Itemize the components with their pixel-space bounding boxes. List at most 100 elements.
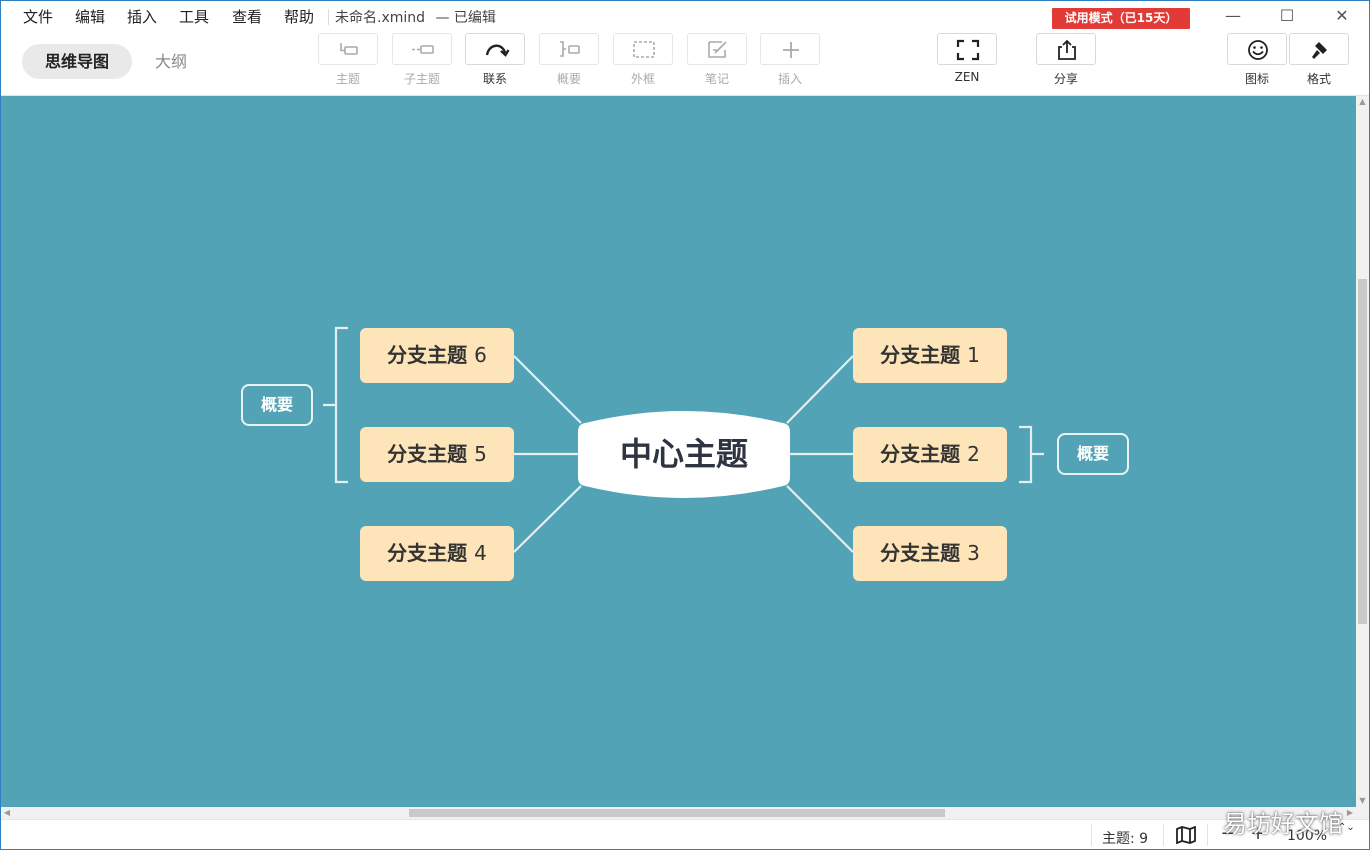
subtopic-button-label: 子主题 bbox=[403, 72, 440, 86]
summary-button-box bbox=[539, 33, 599, 65]
zen-button-box bbox=[937, 33, 997, 65]
share-icon bbox=[1058, 39, 1076, 60]
summary-button-label: 概要 bbox=[556, 72, 581, 86]
share-button-box bbox=[1036, 33, 1096, 65]
subtopic-button[interactable]: 子主题 bbox=[392, 33, 452, 89]
branch-topic-label: 分支主题 bbox=[387, 343, 468, 367]
horizontal-scrollbar[interactable]: ◀ ▶ bbox=[1, 807, 1369, 819]
note-button-label: 笔记 bbox=[704, 72, 729, 86]
branch-topic-number: 3 bbox=[967, 541, 980, 565]
branch-topic-label: 分支主题 bbox=[880, 442, 961, 466]
icon-panel-button[interactable]: 图标 bbox=[1227, 33, 1287, 89]
connector-branch-3 bbox=[786, 485, 854, 553]
boundary-icon bbox=[633, 41, 655, 58]
tab-mindmap[interactable]: 思维导图 bbox=[22, 44, 132, 79]
zen-button-label: ZEN bbox=[954, 70, 980, 84]
share-button-label: 分享 bbox=[1053, 72, 1078, 86]
summary-topic-right[interactable]: 概要 bbox=[1057, 433, 1129, 475]
document-title: 未命名.xmind — 已编辑 bbox=[335, 7, 496, 27]
note-button[interactable]: 笔记 bbox=[687, 33, 747, 89]
menu-tools[interactable]: 工具 bbox=[179, 6, 209, 27]
branch-topic-number: 4 bbox=[474, 541, 487, 565]
horizontal-scroll-thumb[interactable] bbox=[409, 809, 945, 817]
scroll-left-icon[interactable]: ◀ bbox=[1, 807, 13, 819]
relationship-button-box bbox=[465, 33, 525, 65]
watermark: 易坊好文馆 bbox=[1223, 810, 1343, 838]
relationship-icon bbox=[485, 44, 510, 57]
menu-help[interactable]: 帮助 bbox=[284, 6, 314, 27]
format-panel-button[interactable]: 格式 bbox=[1289, 33, 1349, 89]
boundary-button-box bbox=[613, 33, 673, 65]
connector-branch-1 bbox=[786, 355, 854, 424]
branch-topic-label: 分支主题 bbox=[387, 442, 468, 466]
topic-button[interactable]: 主题 bbox=[318, 33, 378, 89]
note-icon bbox=[708, 41, 727, 58]
summary-icon bbox=[560, 41, 580, 57]
branch-topic-label: 分支主题 bbox=[387, 541, 468, 565]
central-topic[interactable]: 中心主题 bbox=[578, 422, 790, 486]
menu-bar: 文件 编辑 插入 工具 查看 帮助 未命名.xmind — 已编辑 试用模式（已… bbox=[1, 1, 1369, 31]
minimize-button[interactable]: — bbox=[1219, 5, 1247, 27]
title-divider bbox=[328, 9, 329, 25]
branch-topic-label: 分支主题 bbox=[880, 343, 961, 367]
vertical-scroll-thumb[interactable] bbox=[1358, 279, 1367, 624]
boundary-button-label: 外框 bbox=[630, 72, 655, 86]
scroll-right-icon[interactable]: ▶ bbox=[1344, 807, 1356, 819]
insert-button-label: 插入 bbox=[777, 72, 802, 86]
status-separator bbox=[1091, 824, 1092, 846]
branch-topic-2[interactable]: 分支主题 2 bbox=[853, 427, 1007, 482]
fullscreen-icon bbox=[956, 39, 980, 61]
status-separator bbox=[1163, 824, 1164, 846]
menu-file[interactable]: 文件 bbox=[23, 6, 53, 27]
scroll-up-icon[interactable]: ▲ bbox=[1356, 96, 1369, 108]
maximize-button[interactable]: ☐ bbox=[1273, 5, 1301, 27]
branch-topic-5[interactable]: 分支主题 5 bbox=[360, 427, 514, 482]
branch-topic-label: 分支主题 bbox=[880, 541, 961, 565]
toolbar: 思维导图 大纲 主题 子主题 联系 概要 外框 笔记 插入 ZEN 分享 图标 … bbox=[1, 31, 1369, 95]
subtopic-icon bbox=[412, 45, 434, 54]
summary-bracket-right bbox=[1019, 425, 1044, 484]
boundary-button[interactable]: 外框 bbox=[613, 33, 673, 89]
menu-view[interactable]: 查看 bbox=[232, 6, 262, 27]
document-status: — 已编辑 bbox=[435, 10, 496, 26]
branch-topic-1[interactable]: 分支主题 1 bbox=[853, 328, 1007, 383]
branch-topic-3[interactable]: 分支主题 3 bbox=[853, 526, 1007, 581]
scroll-down-icon[interactable]: ▼ bbox=[1356, 795, 1369, 807]
format-panel-button-box bbox=[1289, 33, 1349, 65]
topic-icon bbox=[340, 43, 358, 55]
summary-topic-left[interactable]: 概要 bbox=[241, 384, 313, 426]
plus-icon bbox=[783, 42, 799, 58]
icon-panel-button-box bbox=[1227, 33, 1287, 65]
relationship-button-label: 联系 bbox=[482, 72, 507, 86]
close-button[interactable]: ✕ bbox=[1328, 5, 1356, 27]
insert-button-box bbox=[760, 33, 820, 65]
connector-branch-4 bbox=[513, 485, 582, 553]
topic-count: 主题: 9 bbox=[1102, 831, 1149, 847]
menu-edit[interactable]: 编辑 bbox=[75, 6, 105, 27]
smiley-icon bbox=[1248, 40, 1268, 60]
note-button-box bbox=[687, 33, 747, 65]
document-filename: 未命名.xmind bbox=[335, 10, 426, 26]
branch-topic-number: 5 bbox=[474, 442, 487, 466]
topic-button-label: 主题 bbox=[335, 72, 360, 86]
share-button[interactable]: 分享 bbox=[1036, 33, 1096, 89]
vertical-scrollbar[interactable]: ▲ ▼ bbox=[1356, 96, 1369, 807]
relationship-button[interactable]: 联系 bbox=[465, 33, 525, 89]
tab-outline[interactable]: 大纲 bbox=[143, 44, 199, 79]
status-separator bbox=[1207, 824, 1208, 846]
mindmap-canvas[interactable]: 中心主题 分支主题 1 分支主题 2 分支主题 3 分支主题 4 分支主题 5 … bbox=[1, 96, 1356, 807]
branch-topic-number: 1 bbox=[967, 343, 980, 367]
format-panel-button-label: 格式 bbox=[1306, 72, 1331, 86]
branch-topic-6[interactable]: 分支主题 6 bbox=[360, 328, 514, 383]
topic-button-box bbox=[318, 33, 378, 65]
map-icon[interactable] bbox=[1175, 826, 1197, 844]
branch-topic-4[interactable]: 分支主题 4 bbox=[360, 526, 514, 581]
summary-bracket-left bbox=[323, 326, 348, 484]
branch-topic-number: 2 bbox=[967, 442, 980, 466]
trial-badge[interactable]: 试用模式（已15天） bbox=[1052, 8, 1190, 29]
zen-button[interactable]: ZEN bbox=[937, 33, 997, 89]
insert-button[interactable]: 插入 bbox=[760, 33, 820, 89]
summary-button[interactable]: 概要 bbox=[539, 33, 599, 89]
subtopic-button-box bbox=[392, 33, 452, 65]
menu-insert[interactable]: 插入 bbox=[127, 6, 157, 27]
